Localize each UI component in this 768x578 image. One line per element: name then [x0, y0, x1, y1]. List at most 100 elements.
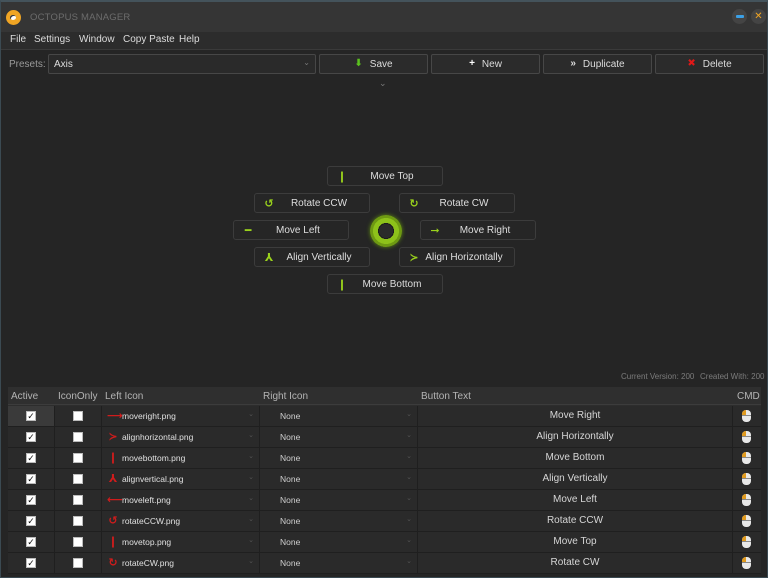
current-version: Current Version: 200: [621, 372, 695, 381]
right-icon-value: None: [280, 453, 301, 463]
delete-button[interactable]: ✖ Delete: [655, 54, 764, 74]
cmd-cell[interactable]: [733, 427, 761, 447]
icononly-checkbox[interactable]: [73, 558, 83, 568]
icononly-checkbox[interactable]: [73, 516, 83, 526]
pad-button-move-top[interactable]: ❙ Move Top: [327, 166, 443, 186]
button-text-cell[interactable]: Move Top: [418, 532, 733, 552]
pad-button-move-bottom[interactable]: ❙ Move Bottom: [327, 274, 443, 294]
table-row[interactable]: ✓ ❙ movebottom.png ⌄ None ⌄ Move Bottom: [8, 448, 761, 469]
header-left-icon[interactable]: Left Icon: [105, 391, 143, 402]
pad-button-align-vertically[interactable]: ⅄ Align Vertically: [254, 247, 370, 267]
active-checkbox[interactable]: ✓: [26, 516, 36, 526]
chevron-down-icon: ⌄: [406, 432, 412, 439]
menu-settings[interactable]: Settings: [34, 34, 70, 45]
left-icon-dropdown[interactable]: ↺ rotateCCW.png ⌄: [102, 511, 260, 531]
pad-button-rotate-cw[interactable]: ↻ Rotate CW: [399, 193, 515, 213]
button-text-cell[interactable]: Move Right: [418, 406, 733, 426]
left-icon-dropdown[interactable]: ↻ rotateCW.png ⌄: [102, 553, 260, 573]
mouse-icon: [742, 431, 751, 443]
right-icon-dropdown[interactable]: None ⌄: [260, 511, 418, 531]
minimize-button[interactable]: [732, 9, 747, 24]
active-checkbox[interactable]: ✓: [26, 432, 36, 442]
chevron-down-icon: ⌄: [406, 474, 412, 481]
left-icon-dropdown[interactable]: ⅄ alignvertical.png ⌄: [102, 469, 260, 489]
collapse-chevron-icon[interactable]: ⌄: [379, 78, 387, 89]
right-icon-dropdown[interactable]: None ⌄: [260, 532, 418, 552]
menu-copy-paste[interactable]: Copy Paste: [123, 34, 175, 45]
header-cmd[interactable]: CMD: [737, 391, 760, 402]
right-icon-dropdown[interactable]: None ⌄: [260, 427, 418, 447]
button-text: Rotate CCW: [546, 515, 604, 526]
table-row[interactable]: ✓ ↻ rotateCW.png ⌄ None ⌄ Rotate CW: [8, 553, 761, 574]
active-checkbox[interactable]: ✓: [26, 558, 36, 568]
menu-file[interactable]: File: [10, 34, 26, 45]
app-window: OCTOPUS MANAGER ✕ File Settings Window C…: [0, 0, 768, 578]
table-row[interactable]: ✓ ❙ movetop.png ⌄ None ⌄ Move Top: [8, 532, 761, 553]
button-text: Rotate CW: [550, 557, 600, 568]
left-icon-dropdown[interactable]: ≻ alignhorizontal.png ⌄: [102, 427, 260, 447]
joystick-center[interactable]: [370, 215, 402, 247]
right-icon-dropdown[interactable]: None ⌄: [260, 553, 418, 573]
table-row[interactable]: ✓ ≻ alignhorizontal.png ⌄ None ⌄ Align Horizon…: [8, 427, 761, 448]
new-button[interactable]: + New: [431, 54, 540, 74]
active-checkbox[interactable]: ✓: [26, 453, 36, 463]
button-text-cell[interactable]: Move Bottom: [418, 448, 733, 468]
duplicate-button[interactable]: » Duplicate: [543, 54, 652, 74]
left-icon-dropdown[interactable]: ⟵ moveleft.png ⌄: [102, 490, 260, 510]
icononly-checkbox[interactable]: [73, 432, 83, 442]
active-checkbox[interactable]: ✓: [26, 495, 36, 505]
active-checkbox[interactable]: ✓: [26, 411, 36, 421]
header-active[interactable]: Active: [11, 391, 38, 402]
icononly-checkbox[interactable]: [73, 453, 83, 463]
menu-bar: File Settings Window Copy Paste Help: [1, 32, 767, 50]
active-checkbox[interactable]: ✓: [26, 537, 36, 547]
pad-button-align-horizontally[interactable]: ≻ Align Horizontally: [399, 247, 515, 267]
title-bar[interactable]: OCTOPUS MANAGER ✕: [1, 2, 767, 32]
left-icon-dropdown[interactable]: ❙ movetop.png ⌄: [102, 532, 260, 552]
cmd-cell[interactable]: [733, 553, 761, 573]
buttons-grid: Active IconOnly Left Icon Right Icon But…: [8, 387, 761, 574]
button-text-cell[interactable]: Rotate CW: [418, 553, 733, 573]
left-icon-dropdown[interactable]: ❙ movebottom.png ⌄: [102, 448, 260, 468]
active-checkbox[interactable]: ✓: [26, 474, 36, 484]
button-text-cell[interactable]: Move Left: [418, 490, 733, 510]
right-icon-dropdown[interactable]: None ⌄: [260, 490, 418, 510]
icononly-cell: [55, 406, 102, 426]
menu-help[interactable]: Help: [179, 34, 200, 45]
pad-button-rotate-ccw[interactable]: ↺ Rotate CCW: [254, 193, 370, 213]
left-icon-dropdown[interactable]: ⟶ moveright.png ⌄: [102, 406, 260, 426]
icononly-checkbox[interactable]: [73, 495, 83, 505]
cmd-cell[interactable]: [733, 511, 761, 531]
cmd-cell[interactable]: [733, 490, 761, 510]
table-row[interactable]: ✓ ⅄ alignvertical.png ⌄ None ⌄ Align Verticall…: [8, 469, 761, 490]
right-icon-dropdown[interactable]: None ⌄: [260, 469, 418, 489]
duplicate-label: Duplicate: [582, 58, 625, 70]
left-icon-filename: rotateCCW.png: [122, 516, 181, 526]
cmd-cell[interactable]: [733, 406, 761, 426]
mouse-icon: [742, 557, 751, 569]
header-right-icon[interactable]: Right Icon: [263, 391, 308, 402]
header-icononly[interactable]: IconOnly: [58, 391, 97, 402]
icononly-checkbox[interactable]: [73, 411, 83, 421]
table-row[interactable]: ✓ ⟶ moveright.png ⌄ None ⌄ Move Right: [8, 406, 761, 427]
header-button-text[interactable]: Button Text: [421, 391, 471, 402]
menu-window[interactable]: Window: [79, 34, 115, 45]
save-button[interactable]: ⬇ Save: [319, 54, 428, 74]
table-row[interactable]: ✓ ↺ rotateCCW.png ⌄ None ⌄ Rotate CCW: [8, 511, 761, 532]
cmd-cell[interactable]: [733, 532, 761, 552]
icononly-checkbox[interactable]: [73, 537, 83, 547]
pad-button-move-left[interactable]: ━ Move Left: [233, 220, 349, 240]
button-text-cell[interactable]: Align Vertically: [418, 469, 733, 489]
close-button[interactable]: ✕: [751, 9, 766, 24]
button-text-cell[interactable]: Rotate CCW: [418, 511, 733, 531]
right-icon-dropdown[interactable]: None ⌄: [260, 448, 418, 468]
pad-button-move-right[interactable]: ➞ Move Right: [420, 220, 536, 240]
icononly-checkbox[interactable]: [73, 474, 83, 484]
cmd-cell[interactable]: [733, 448, 761, 468]
cmd-cell[interactable]: [733, 469, 761, 489]
mouse-icon: [742, 410, 751, 422]
right-icon-dropdown[interactable]: None ⌄: [260, 406, 418, 426]
presets-dropdown[interactable]: Axis ⌄: [48, 54, 316, 74]
button-text-cell[interactable]: Align Horizontally: [418, 427, 733, 447]
table-row[interactable]: ✓ ⟵ moveleft.png ⌄ None ⌄ Move Left: [8, 490, 761, 511]
